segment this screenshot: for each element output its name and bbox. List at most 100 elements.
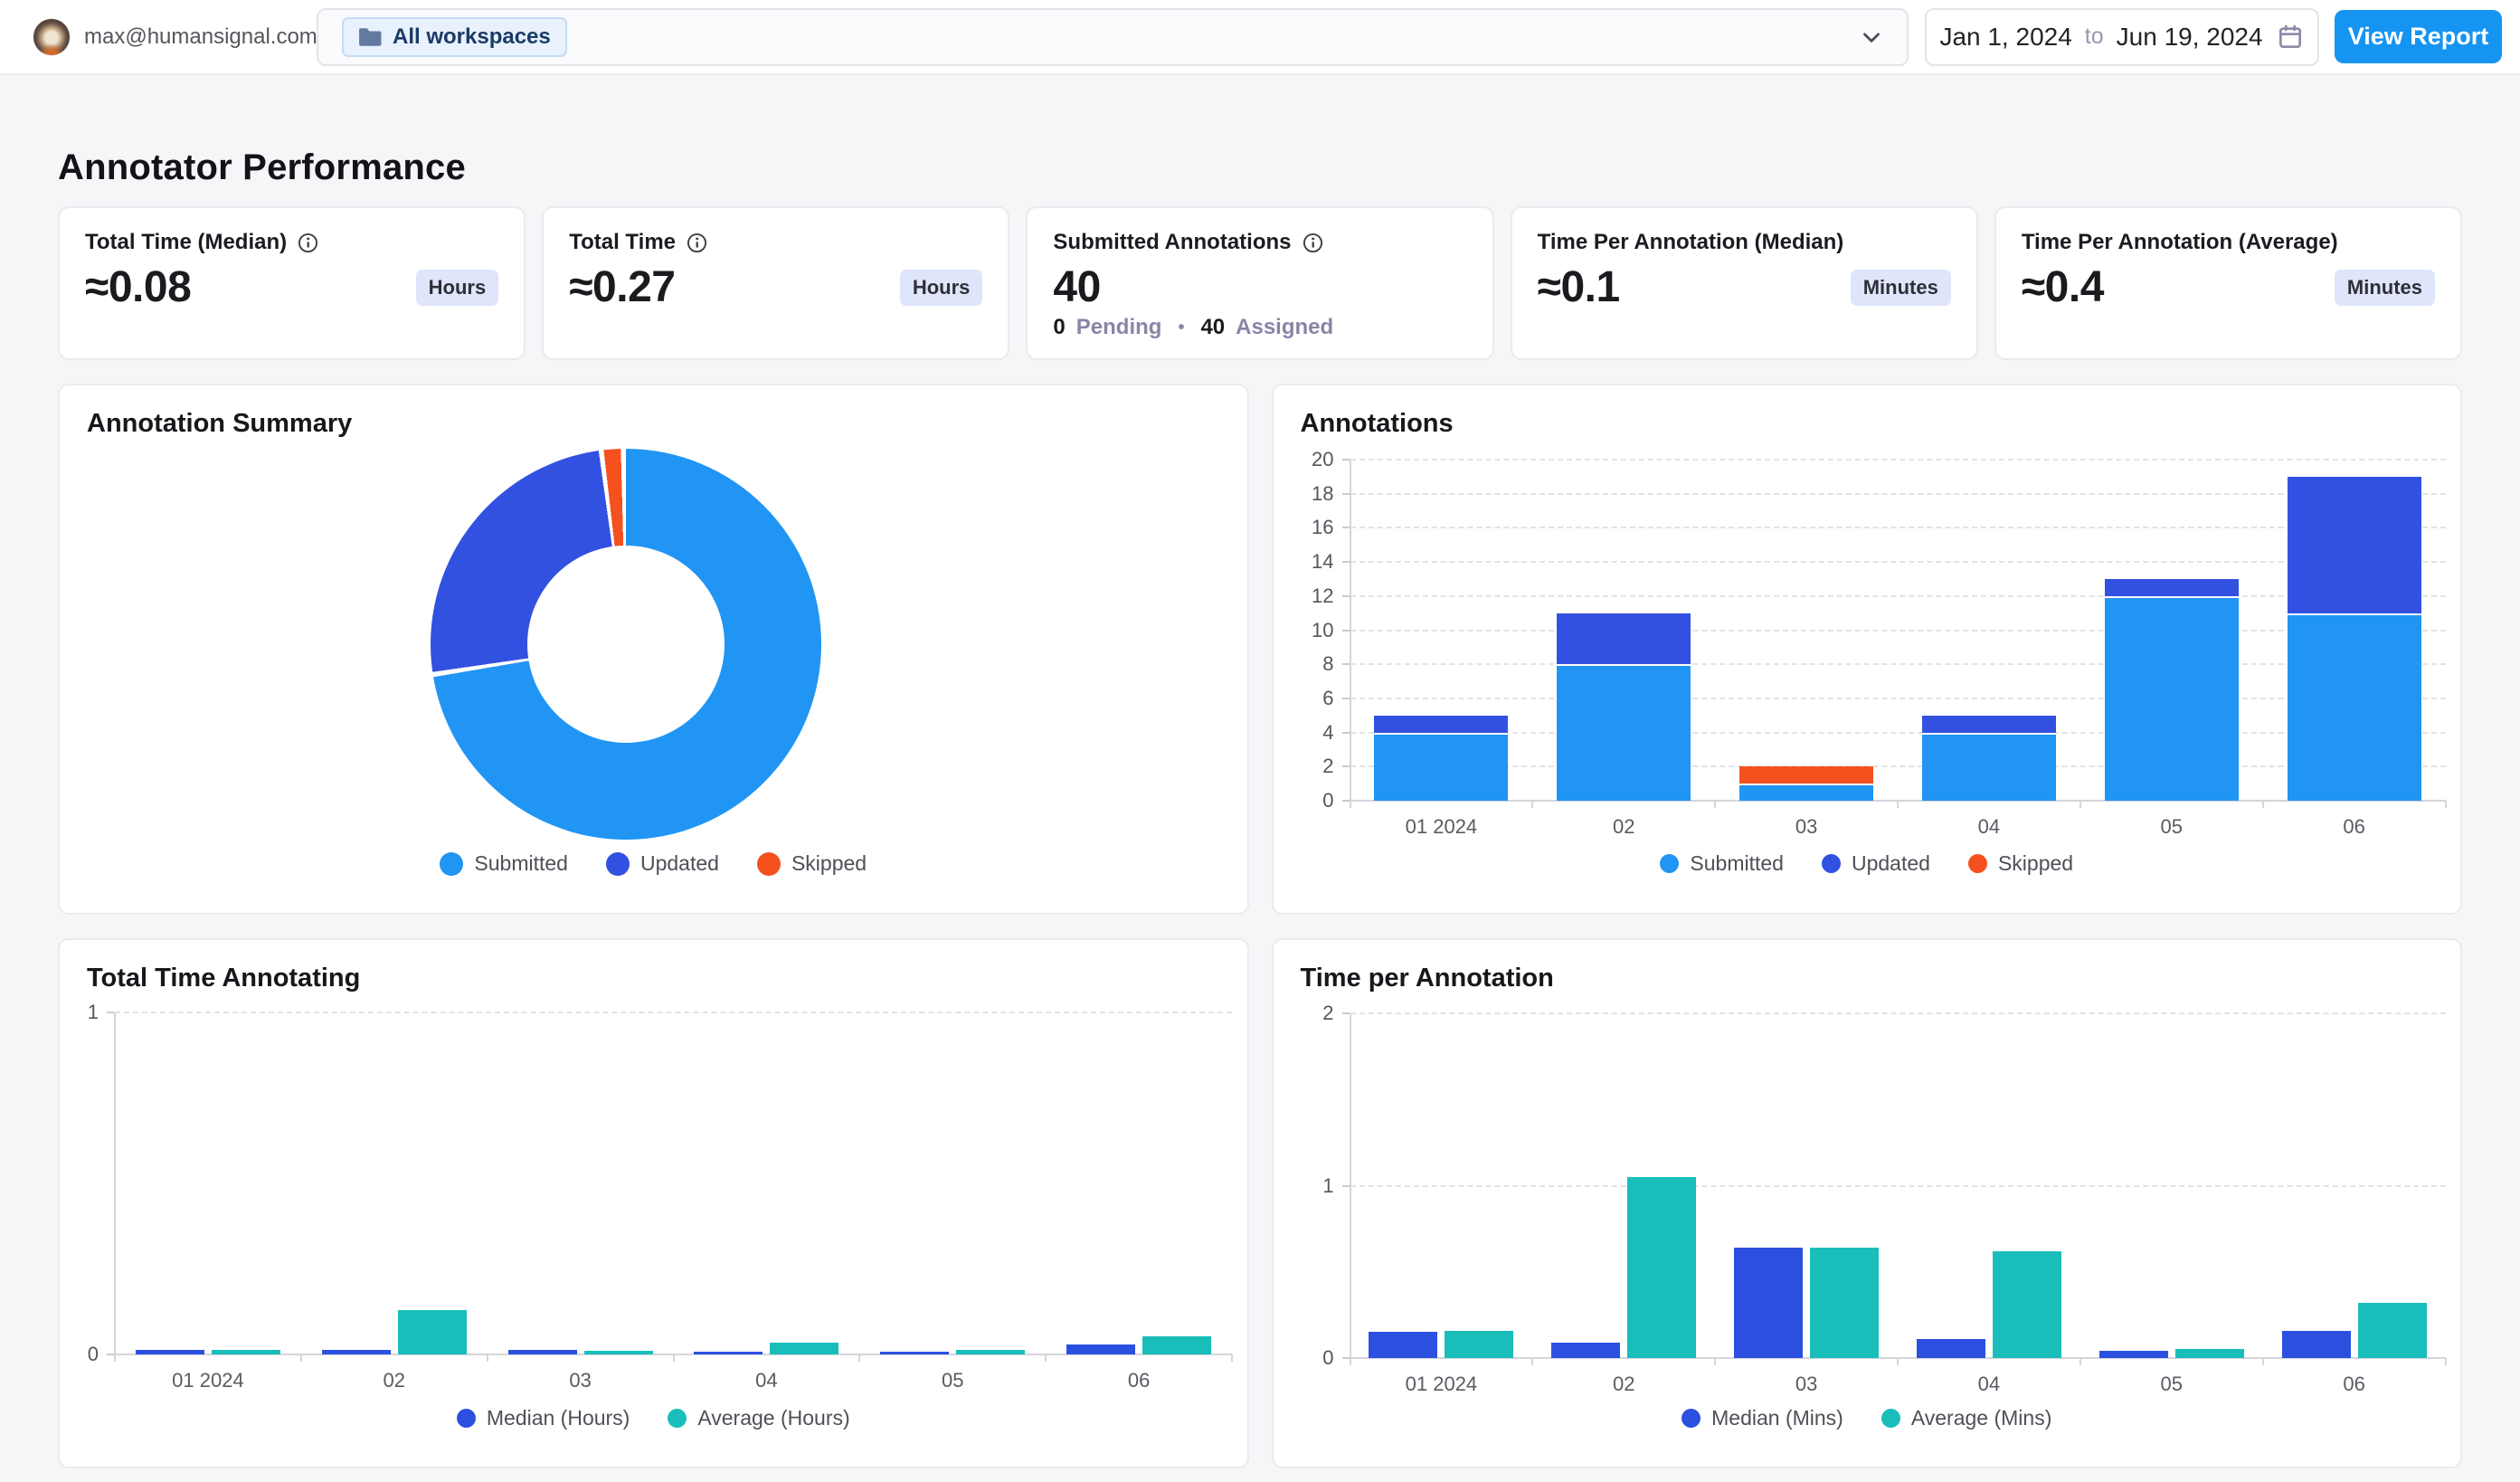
- y-axis-line: [1349, 460, 1351, 801]
- bar-average-mins-[interactable]: [1445, 1330, 1514, 1358]
- bar-median-hours-[interactable]: [507, 1350, 577, 1354]
- legend-item-submitted[interactable]: Submitted: [1660, 851, 1784, 876]
- bar-median-hours-[interactable]: [321, 1350, 391, 1354]
- y-axis-line: [1349, 1013, 1351, 1358]
- x-axis-tick-label: 02: [1613, 815, 1635, 838]
- page-title: Annotator Performance: [58, 147, 466, 187]
- view-report-button[interactable]: View Report: [2335, 10, 2502, 63]
- bar-segment-submitted[interactable]: [1374, 732, 1509, 801]
- gridline: [1350, 629, 2446, 632]
- bar-segment-submitted[interactable]: [2104, 595, 2239, 801]
- bar-median-mins-[interactable]: [1369, 1332, 1438, 1358]
- x-axis-tick-label: 04: [755, 1369, 778, 1392]
- legend-item-updated[interactable]: Updated: [605, 851, 719, 876]
- y-axis-tick-label: 1: [1322, 1173, 1334, 1197]
- bar-average-mins-[interactable]: [1627, 1176, 1697, 1358]
- x-axis-tick-label: 03: [1795, 1373, 1818, 1395]
- bar-average-hours-[interactable]: [211, 1350, 280, 1354]
- x-axis-tick: [1231, 1354, 1233, 1362]
- annotations-chart[interactable]: 0 2 4 6 8 10 12 14 16 18 20 01 2024 02 03 04 05 06: [1274, 385, 2461, 913]
- gridline: [115, 1012, 1232, 1013]
- bar-median-mins-[interactable]: [2098, 1351, 2168, 1358]
- total-time-annotating-panel: Total Time Annotating 0 1 01 2024 02 03 04 05 0…: [58, 938, 1249, 1468]
- workspace-chip[interactable]: All workspaces: [342, 16, 567, 57]
- bar-average-hours-[interactable]: [1142, 1336, 1212, 1354]
- legend-item-skipped[interactable]: Skipped: [756, 851, 867, 876]
- legend-item-median-mins-[interactable]: Median (Mins): [1682, 1406, 1843, 1430]
- bar-median-mins-[interactable]: [2281, 1330, 2351, 1358]
- bar-average-mins-[interactable]: [2357, 1303, 2427, 1358]
- donut-chart[interactable]: [431, 449, 821, 840]
- bar-segment-updated[interactable]: [2104, 578, 2239, 596]
- bar-median-hours-[interactable]: [694, 1351, 763, 1354]
- x-axis-tick-label: 04: [1977, 815, 2001, 838]
- bar-segment-submitted[interactable]: [1557, 664, 1691, 801]
- y-axis-tick-label: 0: [87, 1343, 99, 1365]
- legend-dot: [456, 1409, 476, 1428]
- y-axis-tick-label: 4: [1322, 720, 1334, 744]
- bar-average-mins-[interactable]: [1810, 1248, 1880, 1358]
- gridline: [1350, 527, 2446, 529]
- bar-median-mins-[interactable]: [1916, 1339, 1985, 1358]
- y-axis-tick: [1341, 697, 1350, 699]
- bar-average-hours-[interactable]: [956, 1350, 1026, 1354]
- x-axis-tick: [1349, 801, 1351, 808]
- bar-average-hours-[interactable]: [397, 1309, 467, 1354]
- bar-average-hours-[interactable]: [583, 1350, 653, 1354]
- bar-median-hours-[interactable]: [135, 1350, 204, 1354]
- legend-item-submitted[interactable]: Submitted: [440, 851, 568, 876]
- bar-median-mins-[interactable]: [1551, 1342, 1621, 1358]
- time-per-annotation-chart[interactable]: 0 1 2 01 2024 02 03 04 05 06: [1274, 940, 2461, 1467]
- y-axis-tick-label: 2: [1322, 755, 1334, 778]
- legend-label: Average (Hours): [697, 1406, 850, 1430]
- annotations-breakdown: 0 Pending • 40 Assigned: [1053, 315, 1333, 340]
- bar-segment-updated[interactable]: [1374, 715, 1509, 733]
- stat-value: ≈0.27: [569, 263, 676, 311]
- bar-segment-skipped[interactable]: [1739, 766, 1874, 784]
- y-axis-tick: [1341, 561, 1350, 564]
- bar-average-hours-[interactable]: [770, 1343, 839, 1354]
- info-icon[interactable]: [687, 233, 707, 253]
- bar-segment-submitted[interactable]: [2287, 613, 2421, 801]
- legend-dot: [1967, 854, 1987, 873]
- bar-median-mins-[interactable]: [1734, 1248, 1804, 1358]
- unit-badge: Hours: [415, 269, 499, 306]
- gridline: [1350, 1012, 2446, 1014]
- date-to[interactable]: Jun 19, 2024: [2117, 23, 2263, 52]
- legend-item-median-hours-[interactable]: Median (Hours): [456, 1406, 630, 1430]
- workspace-select[interactable]: All workspaces: [317, 7, 1909, 66]
- y-axis-tick: [1341, 1184, 1350, 1187]
- x-axis-tick: [2444, 801, 2447, 808]
- user-avatar[interactable]: [33, 18, 70, 55]
- info-icon[interactable]: [1303, 233, 1323, 253]
- gridline: [1350, 697, 2446, 699]
- annotation-summary-panel: Annotation Summary Submitted Updated Skipp…: [58, 384, 1249, 915]
- x-axis-tick: [1897, 801, 1899, 808]
- bar-median-hours-[interactable]: [1066, 1344, 1136, 1354]
- bar-segment-updated[interactable]: [2287, 476, 2421, 613]
- legend-item-updated[interactable]: Updated: [1821, 851, 1930, 876]
- y-axis-tick-label: 20: [1312, 448, 1334, 470]
- bar-segment-updated[interactable]: [1557, 613, 1691, 665]
- date-range-picker[interactable]: Jan 1, 2024 to Jun 19, 2024: [1925, 7, 2319, 66]
- legend-item-skipped[interactable]: Skipped: [1967, 851, 2073, 876]
- legend-label: Updated: [639, 851, 719, 875]
- bar-average-mins-[interactable]: [2174, 1348, 2244, 1358]
- bar-segment-submitted[interactable]: [1921, 732, 2056, 801]
- x-axis-tick-label: 06: [2343, 815, 2365, 838]
- charts-row-top: Annotation Summary Submitted Updated Skipp…: [58, 384, 2462, 915]
- stat-label: Time Per Annotation (Median): [1537, 230, 1844, 254]
- x-axis-tick: [2079, 1358, 2081, 1365]
- bar-segment-updated[interactable]: [1921, 715, 2056, 733]
- chevron-down-icon[interactable]: [1858, 24, 1885, 51]
- legend-item-average-mins-[interactable]: Average (Mins): [1881, 1406, 2051, 1430]
- annotator-performance-dashboard: max@humansignal.com All workspaces Jan 1…: [0, 0, 2520, 1468]
- bar-average-mins-[interactable]: [1992, 1250, 2061, 1358]
- info-icon[interactable]: [298, 233, 318, 253]
- bar-segment-submitted[interactable]: [1739, 784, 1874, 801]
- date-from[interactable]: Jan 1, 2024: [1939, 23, 2071, 52]
- total-time-annotating-chart[interactable]: 0 1 01 2024 02 03 04 05 06: [60, 940, 1247, 1467]
- bar-median-hours-[interactable]: [880, 1351, 950, 1354]
- calendar-icon[interactable]: [2276, 23, 2305, 52]
- legend-item-average-hours-[interactable]: Average (Hours): [668, 1406, 850, 1430]
